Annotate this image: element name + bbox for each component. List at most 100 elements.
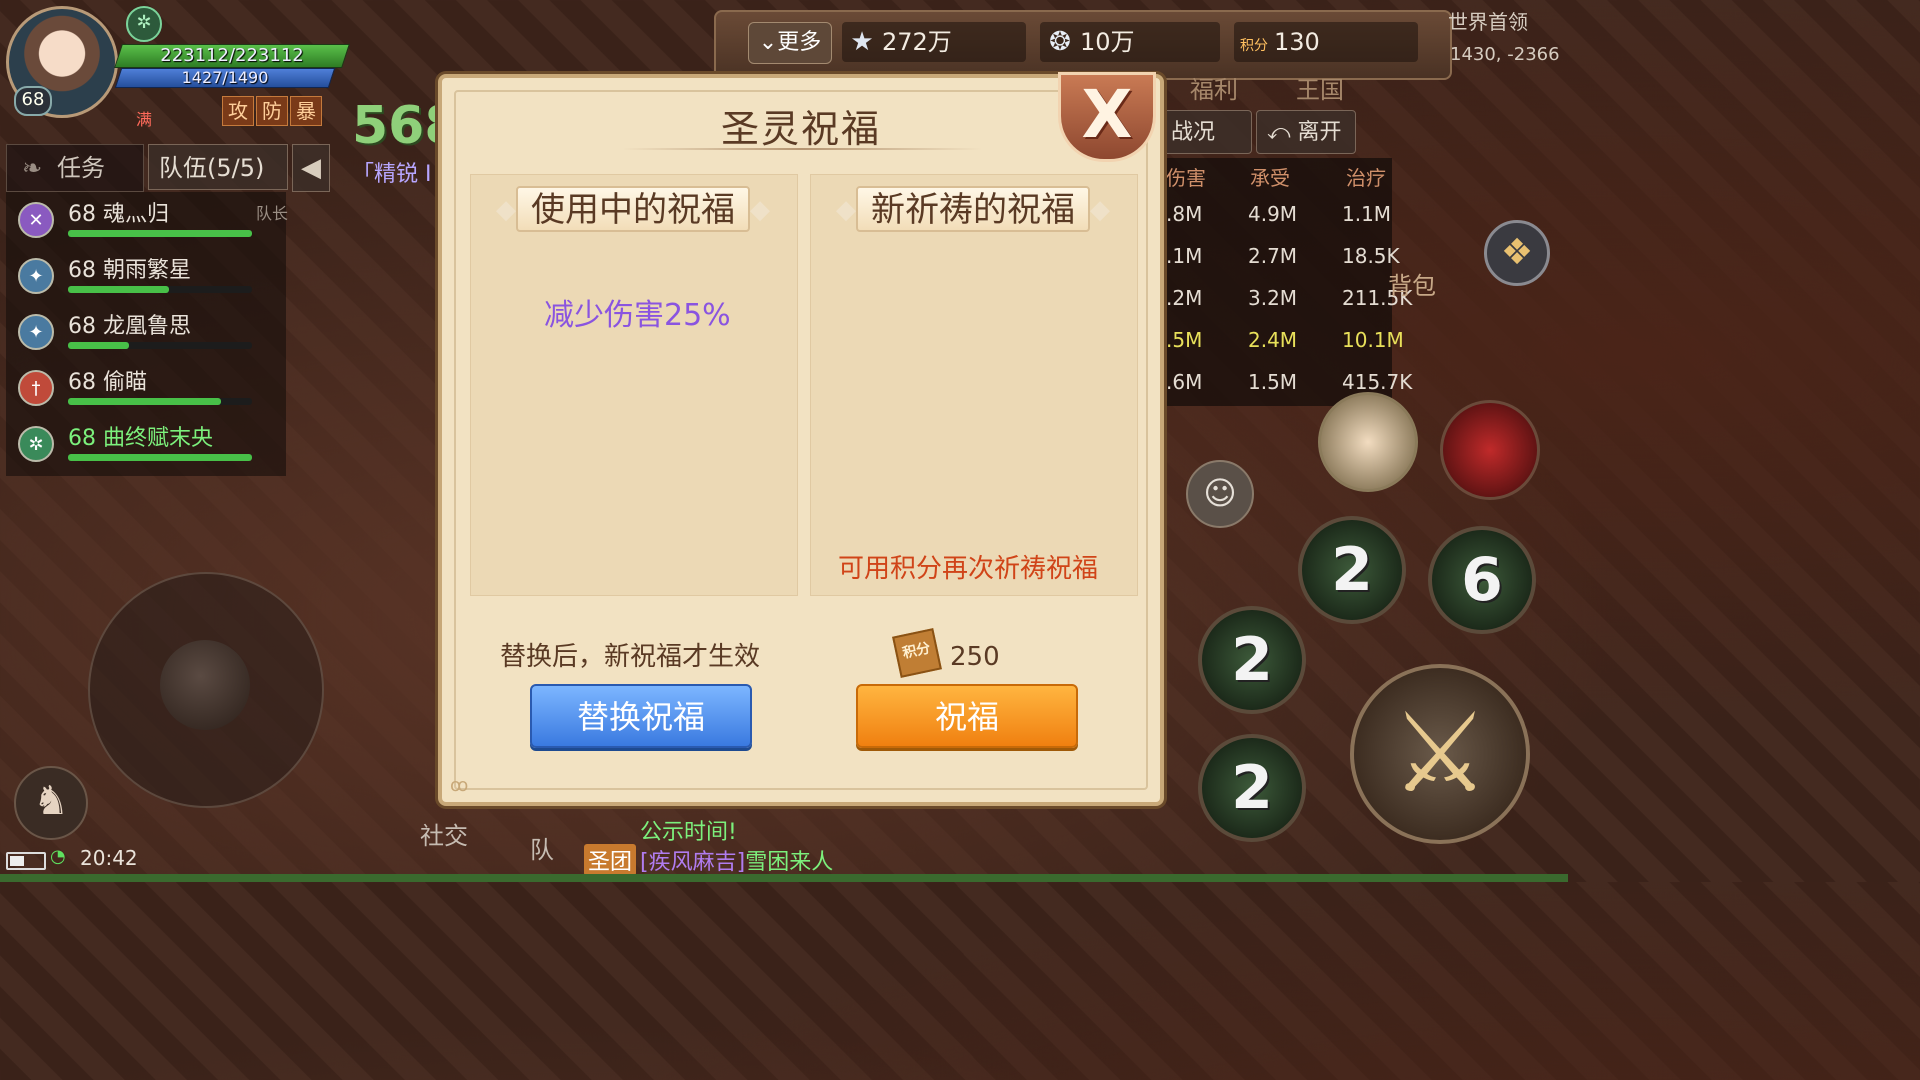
star-icon: ★ — [850, 27, 874, 57]
points-cost-icon: 积分 — [892, 628, 942, 678]
new-blessing-banner: 新祈祷的祝福 — [836, 186, 1110, 232]
shell-value: 10万 — [1080, 28, 1135, 56]
member-name: 68 偷瞄 — [68, 370, 147, 395]
player-level-badge: 68 — [14, 86, 52, 116]
battle-stats-panel: 伤害 承受 治疗 .8M 4.9M 1.1M .1M 2.7M 18.5K .2M 3.2… — [1162, 158, 1412, 406]
member-hp-bar — [68, 286, 252, 293]
stats-row-self: .5M 2.4M 10.1M — [1162, 328, 1404, 370]
stat-damage: .5M — [1166, 328, 1203, 352]
member-hp-bar — [68, 342, 252, 349]
horse-mount-icon[interactable]: ♞ — [14, 766, 88, 840]
reroll-hint: 可用积分再次祈祷祝福 — [838, 554, 1099, 584]
star-currency: ★ 272万 — [842, 22, 1026, 62]
chat-line: 圣团 [疾风麻吉]雪困来人 — [584, 844, 833, 876]
stat-taken: 4.9M — [1248, 202, 1298, 226]
battery-level — [10, 856, 24, 866]
more-label: 更多 — [777, 30, 822, 55]
points-icon: 积分 — [1240, 38, 1268, 54]
points-currency: 积分 130 — [1234, 22, 1418, 62]
companion-avatar[interactable] — [1318, 392, 1418, 492]
player-mp-bar: 1427/1490 — [114, 68, 336, 88]
member-name: 68 朝雨繁星 — [68, 258, 191, 283]
member-hp-fill — [68, 398, 221, 405]
player-hp-text: 223112/223112 — [160, 45, 304, 66]
chat-text: 雪困来人 — [745, 850, 834, 875]
member-name: 68 龙凰鲁思 — [68, 314, 191, 339]
stats-header-heal: 治疗 — [1346, 166, 1386, 190]
bag-label[interactable]: 背包 — [1388, 266, 1436, 301]
buff-status-icon[interactable]: ✲ — [126, 6, 162, 42]
member-hp-bar — [68, 454, 252, 461]
new-blessing-panel — [810, 174, 1138, 596]
class-icon: † — [18, 370, 54, 406]
star-value: 272万 — [882, 28, 952, 56]
swap-blessing-button[interactable]: 替换祝福 — [530, 684, 752, 748]
tab-team[interactable]: 队伍(5/5) — [148, 144, 288, 190]
team-member[interactable]: ✦ 68 朝雨繁星 — [6, 248, 286, 304]
magic-circle-icon[interactable] — [1440, 400, 1540, 500]
class-icon: ✕ — [18, 202, 54, 238]
team-member[interactable]: ✕ 68 魂灬归 队长 — [6, 192, 288, 248]
stat-damage: .1M — [1166, 244, 1203, 268]
menu-welfare[interactable]: 福利 — [1190, 70, 1238, 105]
skill-slot-2[interactable]: 6 — [1428, 526, 1536, 634]
exit-arrow-icon: ⤺ — [1267, 120, 1291, 145]
menu-kingdom[interactable]: 王国 — [1296, 70, 1344, 105]
angel-icon[interactable]: ☺ — [1186, 460, 1254, 528]
stat-heal: 1.1M — [1342, 202, 1392, 226]
stat-tags: 攻 防 暴 — [222, 96, 322, 126]
chat-sender[interactable]: [疾风麻吉] — [640, 850, 745, 875]
team-member[interactable]: † 68 偷瞄 — [6, 360, 286, 416]
shell-currency: ❂ 10万 — [1040, 22, 1220, 62]
more-button[interactable]: ⌄更多 — [748, 22, 832, 64]
social-button[interactable]: 社交 — [420, 816, 468, 851]
stat-taken: 2.4M — [1248, 328, 1298, 352]
points-value: 130 — [1274, 28, 1320, 56]
leave-button[interactable]: ⤺ 离开 — [1256, 110, 1356, 154]
member-hp-fill — [68, 454, 252, 461]
tab-team-label: 队伍(5/5) — [159, 154, 265, 182]
stat-taken: 3.2M — [1248, 286, 1298, 310]
full-indicator: 满 — [136, 110, 153, 129]
collapse-arrow-icon[interactable]: ◀ — [292, 144, 330, 192]
tab-task[interactable]: ❧ 任务 — [6, 144, 144, 192]
skill-slot-1[interactable]: 2 — [1298, 516, 1406, 624]
world-boss-label[interactable]: 世界首领 — [1448, 6, 1528, 35]
sword-attack-icon[interactable]: ⚔ — [1350, 664, 1530, 844]
class-icon: ✦ — [18, 314, 54, 350]
active-blessing-panel — [470, 174, 798, 596]
stats-header-damage: 伤害 — [1166, 166, 1206, 190]
player-mp-text: 1427/1490 — [181, 68, 269, 87]
member-hp-bar — [68, 398, 252, 405]
battle-status-button[interactable]: 战况 — [1160, 110, 1252, 154]
stat-damage: .2M — [1166, 286, 1203, 310]
chat-line: 公示时间! — [640, 820, 737, 845]
clock-time: 20:42 — [80, 846, 138, 870]
team-chat-button[interactable]: 队 — [530, 830, 554, 865]
stats-row: .1M 2.7M 18.5K — [1162, 244, 1400, 286]
skill-slot-4[interactable]: 2 — [1198, 734, 1306, 842]
chevron-down-icon: ⌄ — [758, 30, 778, 55]
member-name: 68 曲终赋末央 — [68, 426, 213, 451]
blessing-dialog: 圣灵祝福 使用中的祝福 新祈祷的祝福 减少伤害25% 可用积分再次祈祷祝福 替换… — [438, 74, 1164, 806]
team-member[interactable]: ✲ 68 曲终赋末央 — [6, 416, 286, 472]
stat-taken: 1.5M — [1248, 370, 1298, 394]
skill-slot-3[interactable]: 2 — [1198, 606, 1306, 714]
title-divider — [622, 148, 982, 150]
player-hp-bar: 223112/223112 — [114, 44, 350, 68]
team-list: ✕ 68 魂灬归 队长 ✦ 68 朝雨繁星 ✦ 68 龙凰鲁思 † 68 偷瞄 … — [6, 192, 288, 476]
bless-button[interactable]: 祝福 — [856, 684, 1078, 748]
class-icon: ✦ — [18, 258, 54, 294]
joystick-knob[interactable] — [160, 640, 250, 730]
stat-tag-attack: 攻 — [222, 96, 254, 126]
stats-row: .2M 3.2M 211.5K — [1162, 286, 1412, 328]
close-button[interactable]: X — [1058, 72, 1156, 162]
member-name: 68 魂灬归 — [68, 202, 169, 227]
stat-heal: 415.7K — [1342, 370, 1413, 394]
chat-channel-tag: 圣团 — [584, 844, 637, 876]
ribbon-icon: ❧ — [21, 154, 43, 182]
leader-tag: 队长 — [255, 204, 288, 223]
team-member[interactable]: ✦ 68 龙凰鲁思 — [6, 304, 286, 360]
menu-grid-icon[interactable]: ❖ — [1484, 220, 1550, 286]
swap-hint: 替换后，新祝福才生效 — [500, 642, 761, 672]
